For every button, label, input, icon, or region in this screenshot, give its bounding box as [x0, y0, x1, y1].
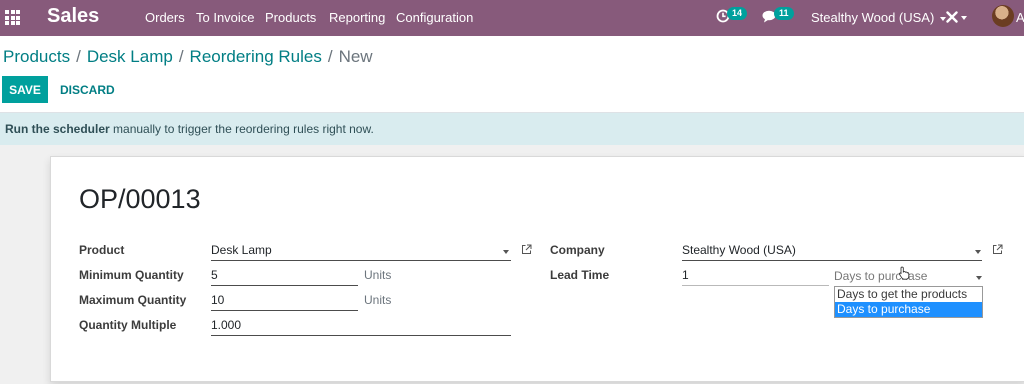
breadcrumb-separator: /	[327, 47, 333, 66]
company-field[interactable]: Stealthy Wood (USA)	[682, 243, 982, 261]
external-link-icon[interactable]	[992, 244, 1003, 255]
lead-time-value: 1	[682, 268, 689, 282]
product-label: Product	[79, 243, 125, 257]
min-qty-label: Minimum Quantity	[79, 268, 184, 282]
breadcrumb-current: New	[338, 47, 373, 66]
company-label: Company	[550, 243, 605, 257]
chevron-down-icon[interactable]	[976, 276, 982, 280]
qty-multiple-field[interactable]: 1.000	[211, 318, 511, 336]
min-qty-unit: Units	[364, 268, 392, 282]
max-qty-label: Maximum Quantity	[79, 293, 187, 307]
user-name[interactable]: A	[1016, 10, 1024, 25]
company-name: Stealthy Wood (USA)	[811, 10, 935, 25]
menu-orders[interactable]: Orders	[145, 10, 185, 25]
company-switcher[interactable]: Stealthy Wood (USA)	[811, 10, 947, 25]
chevron-down-icon	[961, 16, 967, 20]
product-field[interactable]: Desk Lamp	[211, 243, 511, 261]
run-scheduler-link[interactable]: Run the scheduler	[5, 122, 110, 136]
app-name[interactable]: Sales	[47, 5, 99, 28]
apps-menu-icon[interactable]	[5, 10, 20, 25]
discard-button[interactable]: DISCARD	[60, 83, 115, 97]
product-value: Desk Lamp	[211, 243, 272, 257]
activity-count-badge: 14	[727, 7, 748, 20]
menu-reporting[interactable]: Reporting	[329, 10, 385, 25]
max-qty-field[interactable]: 10	[211, 293, 358, 311]
breadcrumb: Products / Desk Lamp / Reordering Rules / New	[3, 47, 373, 67]
breadcrumb-separator: /	[178, 47, 184, 66]
save-button[interactable]: SAVE	[2, 76, 48, 103]
avatar[interactable]	[992, 5, 1014, 27]
lead-time-label: Lead Time	[550, 268, 610, 282]
breadcrumb-desk-lamp[interactable]: Desk Lamp	[87, 47, 173, 66]
lead-time-field[interactable]: 1	[682, 268, 829, 286]
qty-multiple-value: 1.000	[211, 318, 242, 332]
hand-cursor-icon	[898, 266, 910, 280]
breadcrumb-reordering-rules[interactable]: Reordering Rules	[190, 47, 322, 66]
top-navbar: Sales Orders To Invoice Products Reporti…	[0, 0, 1024, 36]
max-qty-value: 10	[211, 293, 225, 307]
chevron-down-icon[interactable]	[975, 250, 981, 254]
alert-text: manually to trigger the reordering rules…	[109, 122, 374, 136]
breadcrumb-products[interactable]: Products	[3, 47, 70, 66]
lead-type-option-highlighted[interactable]: Days to purchase	[835, 302, 982, 317]
chevron-down-icon[interactable]	[503, 250, 509, 254]
lead-type-dropdown: Days to get the products Days to purchas…	[834, 286, 983, 318]
record-name: OP/00013	[79, 184, 201, 214]
breadcrumb-separator: /	[76, 47, 81, 66]
qty-multiple-label: Quantity Multiple	[79, 318, 177, 332]
debug-tools-icon[interactable]	[946, 11, 958, 23]
lead-type-selected: Days to purchase	[834, 269, 928, 283]
scheduler-alert: Run the scheduler manually to trigger th…	[0, 113, 1024, 145]
menu-to-invoice[interactable]: To Invoice	[196, 10, 255, 25]
menu-configuration[interactable]: Configuration	[396, 10, 473, 25]
message-count-badge: 11	[774, 7, 794, 20]
max-qty-unit: Units	[364, 293, 392, 307]
external-link-icon[interactable]	[521, 244, 532, 255]
menu-products[interactable]: Products	[265, 10, 316, 25]
lead-type-option[interactable]: Days to get the products	[835, 287, 982, 302]
company-value: Stealthy Wood (USA)	[682, 243, 796, 257]
control-panel: Products / Desk Lamp / Reordering Rules / New …	[0, 36, 1024, 113]
min-qty-value: 5	[211, 268, 218, 282]
form-sheet: OP/00013 Product Desk Lamp Minimum Quant…	[50, 156, 1024, 382]
min-qty-field[interactable]: 5	[211, 268, 358, 286]
